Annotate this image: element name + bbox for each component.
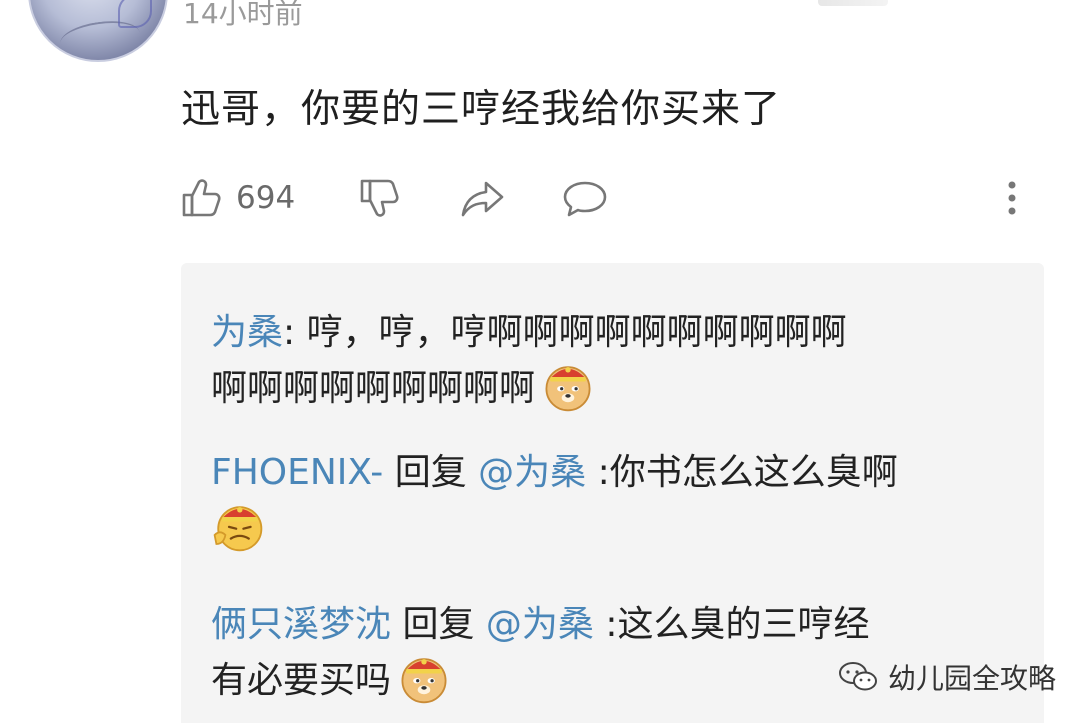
comment-timestamp: 14小时前 — [183, 0, 303, 30]
reply-text: :你书怎么这么臭啊 — [586, 452, 898, 493]
doge-emoji-icon — [545, 366, 591, 412]
comment-body: 迅哥，你要的三哼经我给你买来了 — [181, 87, 782, 132]
reply-word: 回复 — [383, 452, 479, 493]
reply-item[interactable]: 为桑: 哼，哼，哼啊啊啊啊啊啊啊啊啊啊 啊啊啊啊啊啊啊啊啊 — [211, 305, 1004, 417]
reply-mention[interactable]: @为桑 — [478, 452, 586, 493]
comment-screen: 14小时前 迅哥，你要的三哼经我给你买来了 694 为桑: 哼，哼，哼啊啊啊啊啊… — [0, 0, 1080, 723]
like-count: 694 — [236, 180, 296, 216]
reply-username[interactable]: FHOENIX- — [211, 452, 383, 493]
sneer-emoji-icon — [213, 506, 263, 552]
more-vertical-icon — [1008, 181, 1016, 215]
comment-bubble-icon — [563, 181, 607, 217]
avatar-art-detail — [118, 0, 152, 28]
dislike-button[interactable] — [356, 170, 402, 226]
thumbs-up-icon — [182, 179, 221, 217]
watermark-text: 幼儿园全攻略 — [888, 662, 1057, 695]
like-button[interactable]: 694 — [178, 170, 295, 226]
reply-username[interactable]: 为桑 — [211, 312, 283, 353]
thumbs-down-icon — [360, 179, 399, 217]
avatar[interactable] — [28, 0, 168, 62]
doge-emoji-icon — [401, 658, 447, 704]
wechat-icon — [839, 662, 877, 691]
reply-text-continued: 有必要买吗 — [211, 660, 392, 701]
share-button[interactable] — [458, 170, 508, 226]
reply-item[interactable]: FHOENIX- 回复 @为桑 :你书怎么这么臭啊 — [211, 445, 1004, 557]
share-icon — [461, 181, 504, 217]
reply-text: 哼，哼，哼啊啊啊啊啊啊啊啊啊啊 — [306, 312, 847, 353]
reply-button[interactable] — [560, 170, 610, 226]
watermark: 幼儿园全攻略 — [838, 652, 1056, 702]
reply-word: 回复 — [391, 604, 486, 645]
reply-text-continued: 啊啊啊啊啊啊啊啊啊 — [211, 368, 536, 409]
reply-separator: : — [283, 312, 307, 353]
reply-mention[interactable]: @为桑 — [486, 604, 594, 645]
comment-action-bar: 694 — [178, 170, 1038, 226]
more-options-button[interactable] — [1000, 170, 1024, 226]
faded-header-element — [818, 0, 888, 6]
reply-text: :这么臭的三哼经 — [593, 604, 870, 645]
reply-username[interactable]: 俩只溪梦沈 — [211, 604, 391, 645]
